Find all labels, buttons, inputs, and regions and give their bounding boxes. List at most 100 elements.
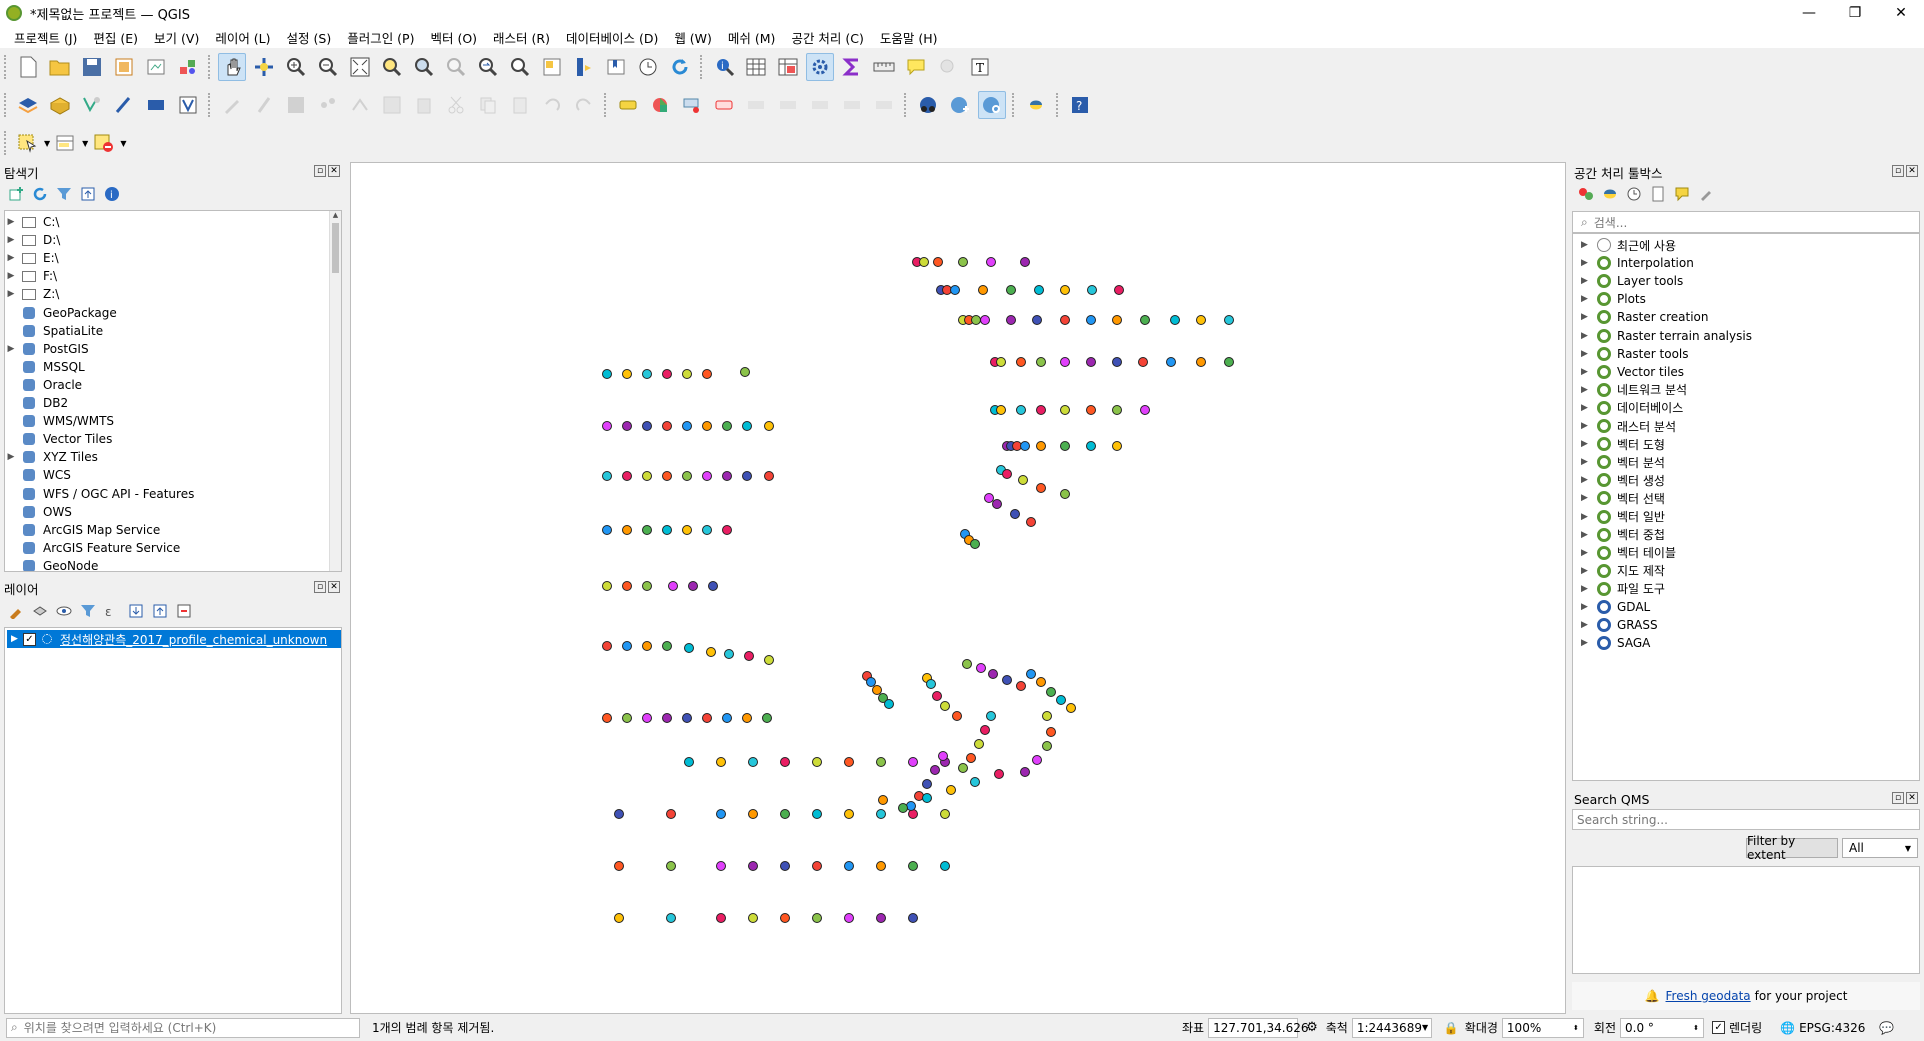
map-point-marker[interactable] xyxy=(614,913,624,923)
identify-features-icon[interactable]: i xyxy=(710,53,738,81)
map-point-marker[interactable] xyxy=(614,809,624,819)
zoom-full-icon[interactable] xyxy=(346,53,374,81)
add-group-icon[interactable] xyxy=(32,603,48,619)
map-point-marker[interactable] xyxy=(1002,675,1012,685)
map-point-marker[interactable] xyxy=(742,713,752,723)
locator-bar[interactable]: ⌕ 위치를 찾으려면 입력하세요 (Ctrl+K) xyxy=(6,1017,360,1038)
map-point-marker[interactable] xyxy=(1036,357,1046,367)
browser-item[interactable]: WFS / OGC API - Features xyxy=(5,485,194,503)
map-point-marker[interactable] xyxy=(662,525,672,535)
map-point-marker[interactable] xyxy=(1016,405,1026,415)
map-point-marker[interactable] xyxy=(1086,441,1096,451)
map-point-marker[interactable] xyxy=(1060,315,1070,325)
zoom-native-icon[interactable] xyxy=(442,53,470,81)
close-panel-button[interactable]: ✕ xyxy=(1906,792,1918,804)
map-point-marker[interactable] xyxy=(682,713,692,723)
menu-view[interactable]: 보기 (V) xyxy=(146,28,207,47)
map-point-marker[interactable] xyxy=(744,651,754,661)
map-point-marker[interactable] xyxy=(1036,405,1046,415)
processing-item[interactable]: ▶ 벡터 일반 xyxy=(1581,508,1665,526)
filter-by-extent-button[interactable]: Filter by extent xyxy=(1746,834,1838,862)
map-point-marker[interactable] xyxy=(748,809,758,819)
expand-all-icon[interactable] xyxy=(128,603,144,619)
magnifier-spinbox[interactable]: 100% ⬍ xyxy=(1501,1017,1584,1038)
map-point-marker[interactable] xyxy=(1196,357,1206,367)
map-point-marker[interactable] xyxy=(642,471,652,481)
map-point-marker[interactable] xyxy=(666,809,676,819)
map-point-marker[interactable] xyxy=(958,257,968,267)
time-icon[interactable] xyxy=(634,53,662,81)
toolbar-grip[interactable] xyxy=(700,55,704,79)
map-point-marker[interactable] xyxy=(992,499,1002,509)
current-edits-icon[interactable] xyxy=(218,91,246,119)
map-point-marker[interactable] xyxy=(1138,357,1148,367)
map-point-marker[interactable] xyxy=(602,713,612,723)
text-annotation-icon[interactable]: T xyxy=(966,53,994,81)
map-point-marker[interactable] xyxy=(1020,257,1030,267)
info-icon[interactable]: i xyxy=(104,186,120,202)
map-point-marker[interactable] xyxy=(919,257,929,267)
diagram-tool-icon[interactable] xyxy=(646,91,674,119)
map-point-marker[interactable] xyxy=(1060,285,1070,295)
map-point-marker[interactable] xyxy=(1046,687,1056,697)
map-point-marker[interactable] xyxy=(602,525,612,535)
delete-selected-icon[interactable] xyxy=(410,91,438,119)
map-point-marker[interactable] xyxy=(1010,509,1020,519)
map-point-marker[interactable] xyxy=(622,471,632,481)
map-point-marker[interactable] xyxy=(1066,703,1076,713)
menu-settings[interactable]: 설정 (S) xyxy=(279,28,340,47)
map-point-marker[interactable] xyxy=(1026,517,1036,527)
map-point-marker[interactable] xyxy=(908,861,918,871)
map-point-marker[interactable] xyxy=(742,421,752,431)
options-icon[interactable] xyxy=(1698,186,1714,202)
processing-item[interactable]: ▶ 벡터 테이블 xyxy=(1581,544,1676,562)
toolbar-grip[interactable] xyxy=(4,93,8,117)
map-point-marker[interactable] xyxy=(688,581,698,591)
processing-item[interactable]: ▶ Raster creation xyxy=(1581,308,1709,326)
expand-arrow-icon[interactable]: ▶ xyxy=(5,452,17,462)
browser-item[interactable]: SpatiaLite xyxy=(5,322,103,340)
browser-item[interactable]: ▶ XYZ Tiles xyxy=(5,448,98,466)
new-spatialite-icon[interactable] xyxy=(110,91,138,119)
paste-features-icon[interactable] xyxy=(506,91,534,119)
map-point-marker[interactable] xyxy=(898,803,908,813)
map-point-marker[interactable] xyxy=(1086,315,1096,325)
map-point-marker[interactable] xyxy=(716,757,726,767)
map-point-marker[interactable] xyxy=(614,861,624,871)
expand-arrow-icon[interactable]: ▶ xyxy=(1581,403,1593,413)
map-point-marker[interactable] xyxy=(622,421,632,431)
map-point-marker[interactable] xyxy=(602,471,612,481)
zoom-out-icon[interactable] xyxy=(314,53,342,81)
map-point-marker[interactable] xyxy=(1060,489,1070,499)
map-point-marker[interactable] xyxy=(602,581,612,591)
float-panel-button[interactable]: ▫ xyxy=(314,165,326,177)
map-point-marker[interactable] xyxy=(1016,357,1026,367)
zoom-last-icon[interactable] xyxy=(474,53,502,81)
menu-raster[interactable]: 래스터 (R) xyxy=(485,28,558,47)
map-canvas[interactable] xyxy=(350,162,1566,1014)
map-point-marker[interactable] xyxy=(1020,767,1030,777)
map-point-marker[interactable] xyxy=(682,369,692,379)
dropdown-arrow-icon[interactable]: ▼ xyxy=(44,139,50,148)
toolbar-grip[interactable] xyxy=(1012,93,1016,117)
expand-arrow-icon[interactable]: ▶ xyxy=(1581,367,1593,377)
expand-arrow-icon[interactable]: ▶ xyxy=(1581,530,1593,540)
browser-item[interactable]: ▶ E:\ xyxy=(5,249,59,267)
map-point-marker[interactable] xyxy=(1006,315,1016,325)
map-point-marker[interactable] xyxy=(642,641,652,651)
map-point-marker[interactable] xyxy=(1060,357,1070,367)
expand-arrow-icon[interactable]: ▶ xyxy=(1581,584,1593,594)
map-point-marker[interactable] xyxy=(980,315,990,325)
map-point-marker[interactable] xyxy=(962,659,972,669)
close-button[interactable]: ✕ xyxy=(1878,0,1924,26)
map-point-marker[interactable] xyxy=(986,257,996,267)
map-point-marker[interactable] xyxy=(946,785,956,795)
map-point-marker[interactable] xyxy=(642,525,652,535)
dropdown-arrow-icon[interactable]: ▼ xyxy=(120,139,126,148)
refresh-icon[interactable] xyxy=(666,53,694,81)
expand-arrow-icon[interactable]: ▶ xyxy=(5,217,17,227)
map-point-marker[interactable] xyxy=(662,641,672,651)
browser-item[interactable]: ▶ D:\ xyxy=(5,231,61,249)
processing-item[interactable]: ▶ 최근에 사용 xyxy=(1581,236,1676,254)
processing-item[interactable]: ▶ Layer tools xyxy=(1581,272,1683,290)
